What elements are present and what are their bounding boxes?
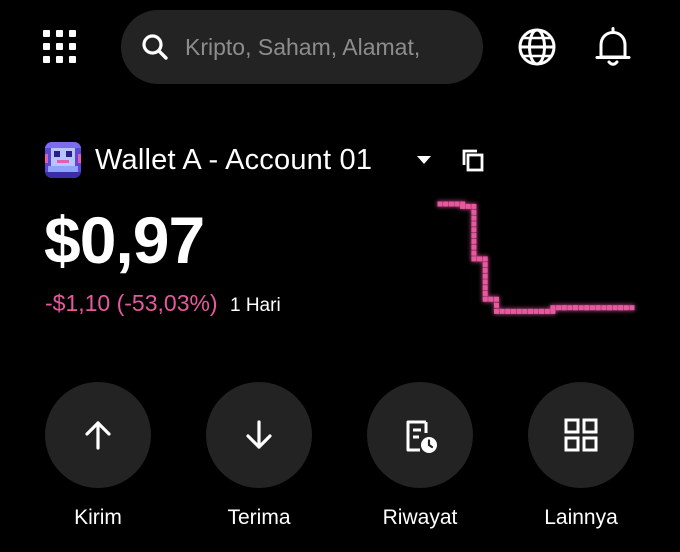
- arrow-up-icon: [85, 421, 111, 450]
- sparkline-dot-31: [499, 308, 505, 314]
- sparkline-dot-49: [567, 305, 573, 311]
- more-label[interactable]: Lainnya: [501, 504, 661, 532]
- receive-button-circle[interactable]: [206, 382, 312, 488]
- more-button-circle[interactable]: [528, 382, 634, 488]
- history-icon: [406, 420, 437, 453]
- sparkline-dot-55: [590, 305, 595, 311]
- change-period: 1 Hari: [229, 295, 281, 316]
- sparkline-dot-13: [471, 233, 477, 239]
- pixel-avatar-icon[interactable]: [45, 142, 81, 178]
- globe-icon[interactable]: [514, 24, 560, 70]
- sparkline-dot-9: [471, 209, 477, 215]
- sparkline-dot-7: [465, 203, 471, 209]
- sparkline-dot-61: [612, 305, 618, 311]
- history-button[interactable]: [367, 382, 473, 488]
- sparkline-dot-16: [471, 250, 477, 256]
- sparkline-dot-6: [460, 203, 466, 209]
- sparkline-dot-10: [471, 215, 477, 221]
- sparkline-dot-39: [527, 308, 533, 314]
- sparkline-dot-30: [494, 308, 499, 314]
- sparkline-dot-14: [471, 238, 477, 244]
- grid-menu-icon[interactable]: [40, 26, 82, 68]
- sparkline-dot-28: [494, 296, 499, 302]
- sparkline-dot-36: [516, 308, 522, 314]
- balance-change-row: -$1,10 (-53,03%) 1 Hari: [45, 288, 281, 321]
- search-input[interactable]: [185, 33, 455, 61]
- sparkline-dot-12: [471, 227, 477, 233]
- sparkline-dot-8: [471, 203, 477, 209]
- total-balance: $0,97: [44, 203, 205, 277]
- sparkline-dot-11: [471, 221, 477, 227]
- sparkline-dot-21: [482, 267, 488, 273]
- sparkline-dot-3: [448, 201, 454, 207]
- sparkline-dot-29: [494, 302, 499, 308]
- receive-label[interactable]: Terima: [179, 504, 339, 532]
- more-button[interactable]: [528, 382, 634, 488]
- sparkline-dot-26: [482, 296, 488, 302]
- sparkline-dot-1: [443, 201, 449, 207]
- send-button-circle[interactable]: [45, 382, 151, 488]
- send-button[interactable]: [45, 382, 151, 488]
- sparkline-dot-40: [533, 308, 539, 314]
- bell-icon[interactable]: [590, 24, 636, 70]
- sparkline-dot-27: [488, 296, 494, 302]
- sparkline-dot-60: [606, 305, 612, 311]
- sparkline-dot-45: [550, 305, 556, 311]
- sparkline-dot-64: [623, 305, 629, 311]
- sparkline-dot-19: [482, 256, 488, 262]
- sparkline-dot-17: [471, 256, 477, 262]
- sparkline-dot-23: [482, 279, 488, 285]
- search-icon: [139, 31, 171, 63]
- sparkline-dot-22: [482, 273, 488, 279]
- sparkline-dot-58: [601, 305, 607, 311]
- sparkline-dot-34: [510, 308, 516, 314]
- search-bar[interactable]: [121, 10, 483, 84]
- balance-sparkline: [437, 201, 635, 314]
- history-label[interactable]: Riwayat: [340, 504, 500, 532]
- sparkline-dot-51: [573, 305, 578, 311]
- sparkline-dot-18: [477, 256, 482, 262]
- sparkline-dot-54: [584, 305, 590, 311]
- sparkline-dot-37: [522, 308, 528, 314]
- send-label[interactable]: Kirim: [18, 504, 178, 532]
- history-button-circle[interactable]: [367, 382, 473, 488]
- sparkline-dot-43: [544, 308, 550, 314]
- sparkline-dot-63: [618, 305, 624, 311]
- caret-down-icon[interactable]: [414, 150, 434, 170]
- sparkline-dot-42: [539, 308, 545, 314]
- sparkline-dot-24: [482, 285, 488, 291]
- more-grid-icon: [564, 418, 598, 452]
- copy-icon[interactable]: [459, 146, 487, 174]
- sparkline-dot-48: [561, 305, 567, 311]
- sparkline-dot-33: [505, 308, 511, 314]
- arrow-down-icon: [246, 420, 272, 449]
- sparkline-dot-0: [437, 201, 443, 207]
- sparkline-dot-52: [578, 305, 584, 311]
- balance-change: -$1,10 (-53,03%): [45, 290, 218, 316]
- sparkline-dot-15: [471, 244, 477, 250]
- sparkline-dot-46: [556, 305, 562, 311]
- sparkline-dot-20: [482, 262, 488, 268]
- sparkline-dot-57: [595, 305, 601, 311]
- sparkline-dot-65: [629, 305, 635, 311]
- sparkline-dot-4: [454, 201, 460, 207]
- receive-button[interactable]: [206, 382, 312, 488]
- wallet-name[interactable]: Wallet A - Account 01: [95, 141, 372, 179]
- sparkline-dot-25: [482, 290, 488, 296]
